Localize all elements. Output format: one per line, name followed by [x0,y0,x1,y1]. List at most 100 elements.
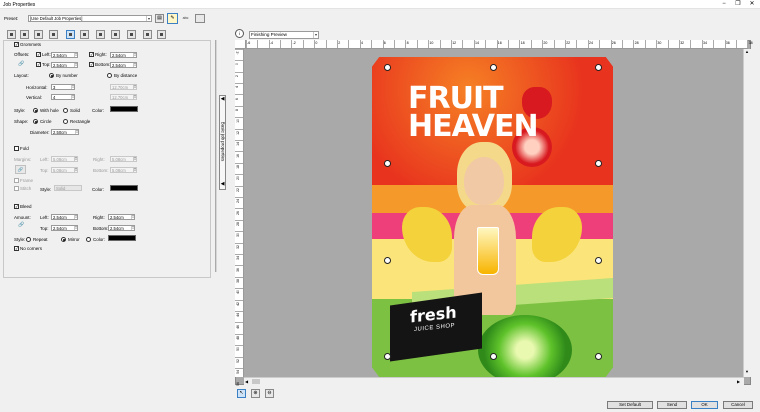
profile-icon[interactable] [143,30,152,39]
grommet-handle[interactable] [595,353,602,360]
layout-icon[interactable] [20,30,29,39]
scroll-thumb[interactable] [252,379,260,384]
bleed-left-input[interactable]: 2.54cm ▴ ▾ [51,214,78,220]
solid-radio[interactable] [63,108,68,113]
circle-radio[interactable] [33,119,38,124]
edit-preset-icon[interactable]: ✎ [167,13,178,24]
grommet-handle[interactable] [384,160,391,167]
preview-mode-icon[interactable]: i [235,29,244,38]
ok-button[interactable]: OK [691,401,718,409]
fold-link-icon[interactable]: 🔗 [15,165,26,174]
fold-top-input[interactable]: 5.08cm ▴ ▾ [51,167,78,173]
grommet-handle[interactable] [384,353,391,360]
bleed-checkbox[interactable]: ✓ [14,204,19,209]
basic-job-properties-tab[interactable]: ◀ Basic job properties ◀ [219,95,226,190]
size-icon[interactable] [49,30,58,39]
bleed-bottom-input[interactable]: 2.54cm ▴ ▾ [108,225,135,231]
repeat-radio[interactable] [26,237,31,242]
fold-left-input[interactable]: 5.08cm ▴ ▾ [51,156,78,162]
fold-style-dropdown[interactable]: Solid [54,185,82,191]
scroll-left-icon[interactable]: ◀ [245,379,248,384]
stitch-checkbox[interactable] [14,186,19,191]
fold-checkbox[interactable] [14,146,19,151]
grommet-handle[interactable] [595,257,602,264]
distance-vertical-input[interactable]: 12.70cm ▴ ▾ [110,94,137,100]
cancel-button[interactable]: Cancel [723,401,753,409]
mirror-radio[interactable] [61,237,66,242]
ruler-v-label: 28 [235,222,240,226]
by-distance-radio[interactable] [107,73,112,78]
offset-right-checkbox[interactable]: ✓ [89,52,94,57]
offset-right-input[interactable]: 2.54cm ▴ ▾ [110,52,137,58]
set-default-button[interactable]: Set Default [607,401,653,409]
fold-right-input[interactable]: 5.08cm ▴ ▾ [110,156,137,162]
bleed-color-swatch[interactable] [108,235,136,241]
horizontal-input[interactable]: 3 ▴ ▾ [51,84,75,90]
tiling-icon[interactable] [96,30,105,39]
offset-left-checkbox[interactable]: ✓ [36,52,41,57]
offset-top-label: Top: [42,62,51,67]
preset-dropdown[interactable]: [Use Default Job Properties] ▾ [28,15,152,22]
marks-icon[interactable] [80,30,89,39]
preview-mode-dropdown[interactable]: Finishing Preview ▾ [249,31,319,39]
pointer-tool-icon[interactable]: ↖ [237,389,246,398]
minimize-icon[interactable]: − [717,0,731,9]
grommet-handle[interactable] [490,353,497,360]
distance-horizontal-input[interactable]: 12.70cm ▴ ▾ [110,84,137,90]
scroll-up-icon[interactable]: ▲ [745,49,749,54]
ruler-v-label: 50 [235,347,240,352]
horizontal-scrollbar[interactable]: ◀ ▶ [244,377,744,385]
zoom-fit-icon[interactable]: ⊖ [265,389,274,398]
close-icon[interactable]: ✕ [745,0,759,9]
vertical-scrollbar[interactable]: ▲ ▼ [743,49,751,377]
ruler-h-label: 8 [406,41,409,45]
zoom-in-icon[interactable]: ⊕ [251,389,260,398]
bleed-link-icon[interactable]: 🔗 [18,222,24,228]
fold-bottom-input[interactable]: 5.08cm ▴ ▾ [110,167,137,173]
offset-bottom-input[interactable]: 2.54cm ▴ ▾ [110,62,137,68]
scroll-down-icon[interactable]: ▼ [745,369,749,374]
ruler-v-label: 16 [235,153,240,158]
delete-preset-icon[interactable] [195,14,205,23]
media-icon[interactable] [111,30,120,39]
offset-top-checkbox[interactable]: ✓ [36,62,41,67]
grommet-handle[interactable] [384,257,391,264]
maximize-icon[interactable]: ❐ [731,0,745,9]
save-preset-icon[interactable]: ▤ [155,14,164,23]
bleed-right-input[interactable]: 2.54cm ▴ ▾ [108,214,135,220]
by-number-radio[interactable] [49,73,54,78]
artwork-preview[interactable]: FRUIT HEAVEN fresh JUICE SHOP [372,57,613,377]
fold-color-swatch[interactable] [110,185,138,191]
link-icon[interactable]: 🔗 [18,61,24,67]
ruler-v-label: 46 [235,324,240,329]
grommets-checkbox[interactable]: ✓ [14,42,19,47]
send-button[interactable]: Send [657,401,687,409]
finishing-icon[interactable] [66,30,75,39]
rectangle-radio[interactable] [63,119,68,124]
no-corners-checkbox[interactable]: ✓ [14,246,19,251]
bleed-top-input[interactable]: 2.54cm ▴ ▾ [51,225,78,231]
grommet-handle[interactable] [384,64,391,71]
offset-top-input[interactable]: 2.54cm ▴ ▾ [51,62,78,68]
bleed-color-radio[interactable] [86,237,91,242]
with-hole-radio[interactable] [33,108,38,113]
bleed-color-label: Color: [93,237,106,242]
grommet-color-swatch[interactable] [110,106,138,112]
grommet-handle[interactable] [595,64,602,71]
ruler-v-label: 56 [235,381,240,386]
offset-left-input[interactable]: 2.54cm ▴ ▾ [51,52,78,58]
abc-icon[interactable]: abc [181,14,190,23]
vertical-input[interactable]: 4 ▴ ▾ [51,94,75,100]
grommet-handle[interactable] [490,64,497,71]
grommet-handle[interactable] [595,160,602,167]
frame-checkbox[interactable] [14,178,19,183]
scroll-right-icon[interactable]: ▶ [737,379,740,384]
diameter-input[interactable]: 2.50cm ▴ ▾ [51,129,79,135]
ruler-h-label: -6 [247,41,251,45]
spot-color-icon[interactable] [157,30,166,39]
color-icon[interactable] [34,30,43,39]
offset-bottom-checkbox[interactable]: ✓ [89,62,94,67]
general-icon[interactable] [7,30,16,39]
printer-icon[interactable] [127,30,136,39]
panel-splitter[interactable] [215,40,217,272]
